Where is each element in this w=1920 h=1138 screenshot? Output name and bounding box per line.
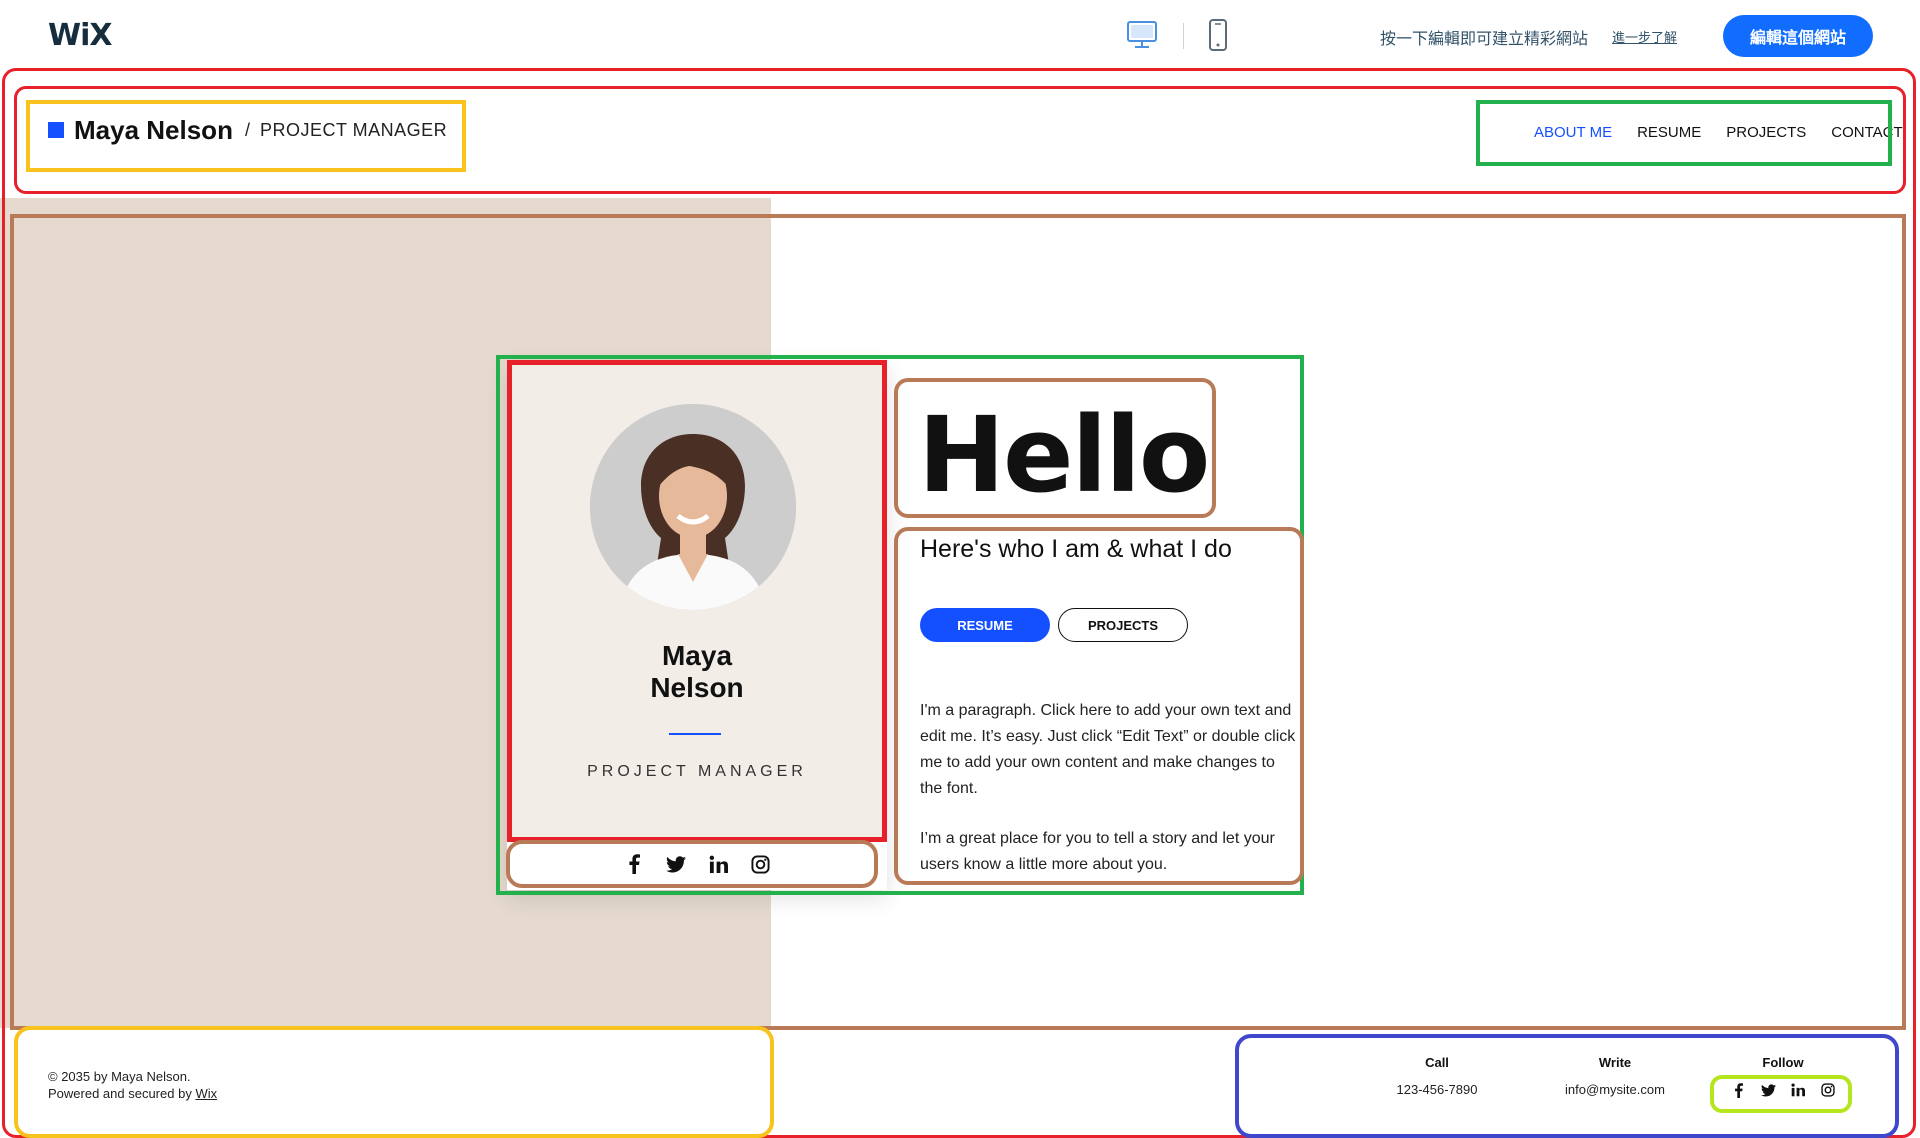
site-role: PROJECT MANAGER (259, 119, 448, 140)
mobile-icon[interactable] (1208, 18, 1228, 52)
powered-by-text: Powered and secured by (48, 1086, 196, 1101)
nav-about-me[interactable]: ABOUT ME (1534, 124, 1612, 146)
site-name[interactable]: Maya Nelson (74, 115, 233, 146)
call-value[interactable]: 123-456-7890 (1357, 1082, 1517, 1097)
footer-follow: Follow (1703, 1055, 1863, 1098)
instagram-icon[interactable] (1820, 1082, 1836, 1098)
card-role: PROJECT MANAGER (587, 763, 807, 780)
facebook-icon[interactable] (1730, 1082, 1746, 1098)
write-value[interactable]: info@mysite.com (1535, 1082, 1695, 1097)
copyright-line-2: Powered and secured by Wix (48, 1085, 217, 1102)
learn-more-link[interactable]: 進一步了解 (1612, 27, 1677, 46)
hello-heading: Hello (918, 394, 1210, 516)
copyright-line-1: © 2035 by Maya Nelson. (48, 1069, 191, 1084)
write-label: Write (1598, 1055, 1632, 1070)
wix-top-bar: WiX 按一下編輯即可建立精彩網站 進一步了解 編輯這個網站 (0, 0, 1920, 70)
edit-hint-text: 按一下編輯即可建立精彩網站 (1380, 31, 1589, 48)
twitter-icon[interactable] (665, 853, 687, 875)
intro-tagline: Here's who I am & what I do (920, 535, 1232, 563)
footer-write: Write info@mysite.com (1535, 1055, 1695, 1097)
main-nav: ABOUT ME RESUME PROJECTS CONTACT (1534, 124, 1920, 146)
wix-link[interactable]: Wix (195, 1086, 217, 1101)
resume-button[interactable]: RESUME (920, 608, 1050, 642)
brand-square-icon (48, 122, 64, 138)
facebook-icon[interactable] (623, 853, 645, 875)
wix-logo[interactable]: WiX (48, 18, 113, 53)
desktop-icon[interactable] (1126, 20, 1158, 50)
card-social-bar (507, 838, 887, 890)
projects-button[interactable]: PROJECTS (1058, 608, 1188, 642)
view-divider (1183, 23, 1184, 49)
linkedin-icon[interactable] (707, 853, 729, 875)
copyright-text: © 2035 by Maya Nelson. Powered and secur… (48, 1068, 217, 1102)
twitter-icon[interactable] (1760, 1082, 1776, 1098)
follow-label: Follow (1762, 1055, 1804, 1070)
profile-photo (590, 404, 796, 610)
footer-call: Call 123-456-7890 (1357, 1055, 1517, 1097)
nav-contact[interactable]: CONTACT (1831, 124, 1902, 146)
card-last-name: Nelson (650, 672, 744, 703)
card-divider (669, 733, 721, 735)
nav-resume[interactable]: RESUME (1637, 124, 1701, 146)
card-first-name: Maya (661, 640, 733, 671)
site-title-block: Maya Nelson / PROJECT MANAGER (48, 115, 447, 145)
title-separator: / (244, 119, 250, 140)
instagram-icon[interactable] (749, 853, 771, 875)
footer-social-bar (1703, 1082, 1863, 1098)
intro-paragraph-1: I'm a paragraph. Click here to add your … (920, 702, 1296, 797)
edit-site-button[interactable]: 編輯這個網站 (1723, 15, 1873, 57)
intro-paragraph-2: I’m a great place for you to tell a stor… (920, 830, 1275, 873)
call-label: Call (1425, 1055, 1449, 1070)
card-name: Maya Nelson (507, 640, 887, 704)
nav-projects[interactable]: PROJECTS (1726, 124, 1806, 146)
linkedin-icon[interactable] (1790, 1082, 1806, 1098)
